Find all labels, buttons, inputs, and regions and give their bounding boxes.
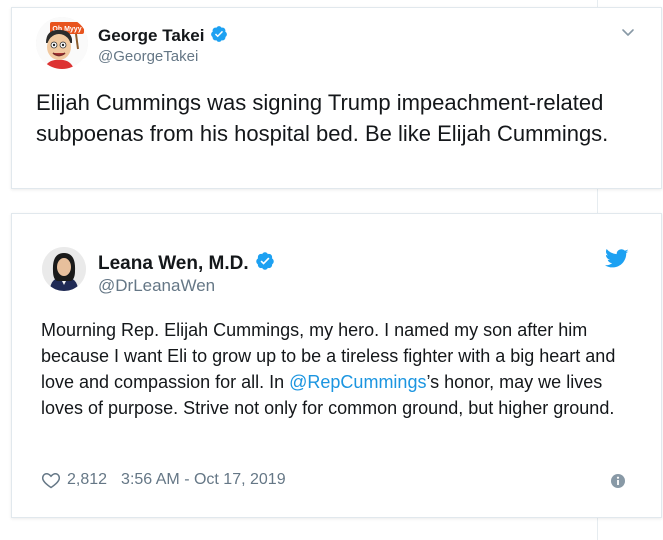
author-name-text[interactable]: Leana Wen, M.D. — [98, 253, 249, 274]
author-name[interactable]: Leana Wen, M.D. — [98, 251, 275, 277]
tweet-text: Mourning Rep. Elijah Cummings, my hero. … — [41, 317, 641, 421]
info-icon[interactable] — [610, 473, 626, 494]
author-handle[interactable]: @DrLeanaWen — [98, 276, 215, 296]
tweet-card-leana-wen[interactable]: Leana Wen, M.D. @DrLeanaWen Mourning Rep… — [11, 213, 662, 518]
avatar[interactable] — [42, 247, 86, 291]
tweet-card-george-takei[interactable]: Oh Myyy George Takei @GeorgeTakei Elijah… — [11, 7, 662, 189]
verified-badge-icon — [210, 25, 228, 48]
verified-badge-icon — [255, 251, 275, 277]
timestamp[interactable]: 3:56 AM - Oct 17, 2019 — [121, 471, 286, 489]
chevron-down-icon[interactable] — [620, 24, 636, 45]
avatar[interactable]: Oh Myyy — [36, 17, 88, 69]
tweet-meta: 2,812 3:56 AM - Oct 17, 2019 — [41, 470, 286, 490]
author-name[interactable]: George Takei — [98, 25, 228, 48]
mention-link[interactable]: @RepCummings — [289, 372, 426, 392]
author-handle[interactable]: @GeorgeTakei — [98, 48, 198, 65]
twitter-bird-icon[interactable] — [605, 249, 629, 274]
author-name-text[interactable]: George Takei — [98, 26, 204, 45]
like-count[interactable]: 2,812 — [67, 471, 107, 489]
tweet-text: Elijah Cummings was signing Trump impeac… — [36, 90, 609, 146]
heart-icon[interactable] — [41, 470, 61, 490]
